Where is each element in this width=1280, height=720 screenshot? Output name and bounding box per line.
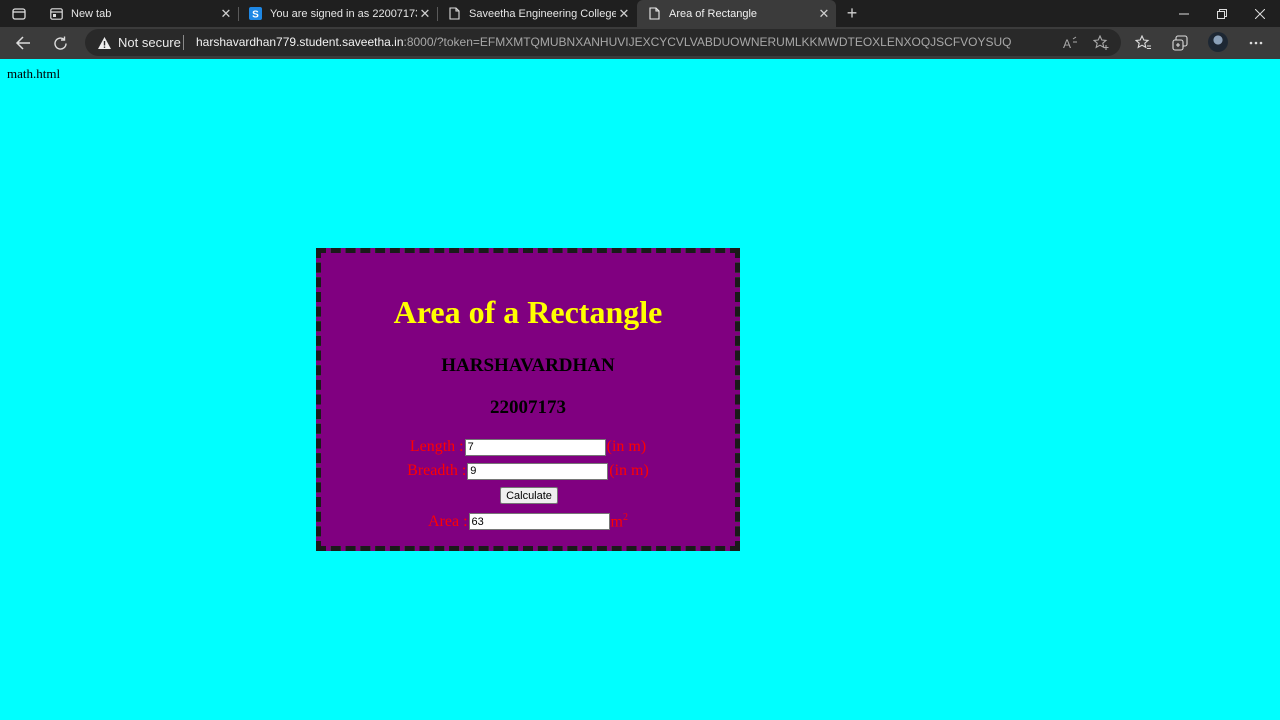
- tab-strip: New tab ✕ S You are signed in as 2200717…: [0, 0, 1280, 27]
- calculate-button[interactable]: Calculate: [500, 487, 558, 504]
- tab-area-of-rectangle[interactable]: Area of Rectangle ✕: [637, 0, 836, 27]
- length-row: Length : (in m): [321, 438, 735, 456]
- breadth-unit: (in m): [609, 462, 649, 479]
- favorites-icon[interactable]: [1133, 33, 1153, 53]
- more-menu-icon[interactable]: [1246, 33, 1266, 53]
- area-unit-exponent: 2: [622, 512, 628, 523]
- page-icon: [647, 7, 661, 21]
- breadth-input[interactable]: [467, 462, 609, 480]
- calculator-card: Area of a Rectangle HARSHAVARDHAN 220071…: [316, 248, 740, 551]
- file-name-text: math.html: [7, 66, 61, 81]
- close-icon[interactable]: ✕: [417, 6, 433, 22]
- tab-title: Area of Rectangle: [669, 7, 758, 20]
- breadth-label: Breadth :: [407, 462, 467, 479]
- close-icon[interactable]: ✕: [616, 6, 632, 22]
- tab-signed-in[interactable]: S You are signed in as 22007173 ✕: [238, 0, 437, 27]
- url-host: harshavardhan779.student.saveetha.in: [196, 35, 404, 49]
- url-text[interactable]: harshavardhan779.student.saveetha.in:800…: [196, 35, 1012, 49]
- omnibox-separator: [183, 35, 184, 50]
- security-indicator[interactable]: Not secure: [97, 35, 181, 50]
- back-icon[interactable]: [12, 32, 34, 54]
- area-label: Area :: [428, 512, 468, 530]
- area-row: Area : m2: [321, 512, 735, 531]
- breadth-row: Breadth : (in m): [321, 462, 735, 480]
- profile-avatar[interactable]: [1208, 32, 1228, 52]
- newtab-page-icon: [49, 7, 63, 21]
- length-input[interactable]: [464, 438, 606, 456]
- page-icon: [447, 7, 461, 21]
- url-path: :8000/?token=EFMXMTQMUBNXANHUVIJEXCYCVLV…: [403, 35, 1012, 49]
- add-favorite-icon[interactable]: [1092, 34, 1110, 52]
- page-title: Area of a Rectangle: [393, 294, 663, 330]
- new-tab-plus-icon[interactable]: +: [842, 3, 862, 23]
- collections-icon[interactable]: [1170, 33, 1190, 53]
- tab-saveetha[interactable]: Saveetha Engineering College ✕: [437, 0, 636, 27]
- svg-text:S: S: [252, 10, 259, 21]
- length-label: Length :: [409, 438, 464, 455]
- close-icon[interactable]: ✕: [816, 6, 832, 22]
- tab-actions-icon[interactable]: [8, 4, 30, 24]
- register-number: 22007173: [490, 397, 566, 418]
- address-bar[interactable]: Not secure harshavardhan779.student.save…: [85, 29, 1121, 56]
- read-aloud-icon[interactable]: A: [1062, 34, 1080, 52]
- tab-title: Saveetha Engineering College: [469, 7, 616, 20]
- area-unit: m2: [611, 512, 628, 531]
- svg-text:A: A: [1063, 37, 1071, 50]
- refresh-icon[interactable]: [49, 32, 71, 54]
- restore-icon[interactable]: [1202, 0, 1242, 27]
- student-name: HARSHAVARDHAN: [441, 355, 615, 376]
- not-secure-label: Not secure: [118, 35, 181, 50]
- tab-title: You are signed in as 22007173: [270, 7, 417, 20]
- tab-new-tab[interactable]: New tab ✕: [39, 0, 238, 27]
- close-window-icon[interactable]: [1240, 0, 1280, 27]
- area-unit-base: m: [610, 513, 623, 531]
- area-output[interactable]: [468, 513, 610, 531]
- s-logo-icon: S: [248, 7, 262, 21]
- close-icon[interactable]: ✕: [218, 6, 234, 22]
- length-unit: (in m): [606, 438, 647, 455]
- browser-toolbar: Not secure harshavardhan779.student.save…: [0, 27, 1280, 59]
- tab-title: New tab: [71, 7, 112, 20]
- minimize-icon[interactable]: [1164, 0, 1204, 27]
- warning-icon: [98, 36, 111, 49]
